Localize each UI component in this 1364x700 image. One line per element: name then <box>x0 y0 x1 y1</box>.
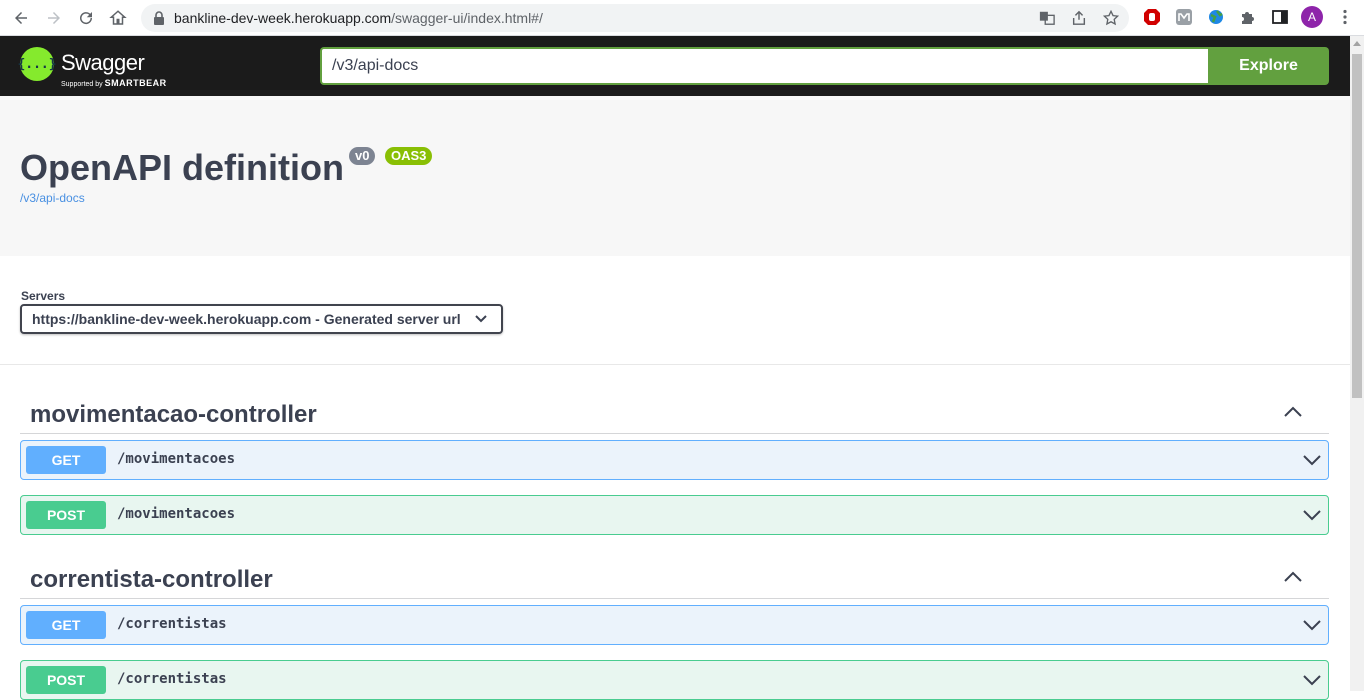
version-badge: v0 <box>349 147 376 165</box>
operation-path: /correntistas <box>117 616 227 632</box>
more-menu-icon[interactable] <box>1336 8 1354 26</box>
reload-icon[interactable] <box>75 7 97 29</box>
chevron-up-icon[interactable] <box>1283 569 1303 583</box>
address-bar[interactable]: bankline-dev-week.herokuapp.com/swagger-… <box>141 4 1129 32</box>
swagger-logo-subtitle: Supported by SMARTBEAR <box>61 78 167 88</box>
extensions-puzzle-icon[interactable] <box>1239 8 1257 26</box>
translate-icon[interactable] <box>1038 9 1056 27</box>
lock-icon[interactable] <box>153 11 165 25</box>
operation-post-correntistas[interactable]: POST /correntistas <box>20 660 1329 700</box>
url-path: /swagger-ui/index.html#/ <box>391 10 543 26</box>
explore-button[interactable]: Explore <box>1208 47 1329 85</box>
method-badge: POST <box>26 666 106 694</box>
supported-by-text: Supported by <box>61 81 103 88</box>
chevron-down-icon[interactable] <box>1302 453 1322 467</box>
chevron-down-icon <box>475 315 487 323</box>
globe-extension-icon[interactable] <box>1207 8 1225 26</box>
smartbear-text: SMARTBEAR <box>104 78 167 88</box>
adblock-extension-icon[interactable] <box>1143 8 1161 26</box>
swagger-logo-icon[interactable]: {...} <box>17 47 57 81</box>
operation-path: /correntistas <box>117 671 227 687</box>
url-host: bankline-dev-week.herokuapp.com <box>174 10 392 26</box>
swagger-topbar: {...} Swagger Supported by SMARTBEAR Exp… <box>0 36 1350 96</box>
back-icon[interactable] <box>10 7 32 29</box>
chevron-down-icon[interactable] <box>1302 618 1322 632</box>
api-info-section: OpenAPI definition v0 OAS3 /v3/api-docs <box>0 96 1350 256</box>
m-extension-icon[interactable] <box>1175 8 1193 26</box>
chevron-down-icon[interactable] <box>1302 673 1322 687</box>
method-badge: POST <box>26 501 106 529</box>
chevron-down-icon[interactable] <box>1302 508 1322 522</box>
oas-badge: OAS3 <box>385 147 433 165</box>
scroll-up-arrow-icon[interactable] <box>1353 40 1361 46</box>
share-icon[interactable] <box>1070 9 1088 27</box>
servers-label: Servers <box>21 289 66 303</box>
scrollbar-thumb[interactable] <box>1352 54 1362 398</box>
bookmark-star-icon[interactable] <box>1102 9 1120 27</box>
operation-post-movimentacoes[interactable]: POST /movimentacoes <box>20 495 1329 535</box>
home-icon[interactable] <box>107 7 129 29</box>
chevron-up-icon[interactable] <box>1283 404 1303 418</box>
method-badge: GET <box>26 446 106 474</box>
page-scrollbar[interactable] <box>1350 36 1364 691</box>
profile-avatar[interactable]: A <box>1301 6 1323 28</box>
spec-link[interactable]: /v3/api-docs <box>20 191 85 205</box>
servers-section: Servers https://bankline-dev-week.heroku… <box>0 256 1350 365</box>
servers-selected-value: https://bankline-dev-week.herokuapp.com … <box>32 311 461 327</box>
side-panel-icon[interactable] <box>1271 8 1289 26</box>
operation-path: /movimentacoes <box>117 451 236 467</box>
tag-title: movimentacao-controller <box>30 401 317 428</box>
spec-url-input[interactable] <box>320 47 1209 85</box>
method-badge: GET <box>26 611 106 639</box>
operation-path: /movimentacoes <box>117 506 236 522</box>
operation-get-correntistas[interactable]: GET /correntistas <box>20 605 1329 645</box>
tag-correntista-controller[interactable]: correntista-controller <box>20 555 1329 599</box>
tag-movimentacao-controller[interactable]: movimentacao-controller <box>20 390 1329 434</box>
tag-title: correntista-controller <box>30 566 273 593</box>
browser-toolbar: bankline-dev-week.herokuapp.com/swagger-… <box>0 0 1364 36</box>
page-title: OpenAPI definition <box>20 147 344 188</box>
forward-icon[interactable] <box>43 7 65 29</box>
operation-get-movimentacoes[interactable]: GET /movimentacoes <box>20 440 1329 480</box>
swagger-logo-title[interactable]: Swagger <box>61 50 145 76</box>
address-url[interactable]: bankline-dev-week.herokuapp.com/swagger-… <box>174 10 543 26</box>
servers-select[interactable]: https://bankline-dev-week.herokuapp.com … <box>20 304 503 334</box>
